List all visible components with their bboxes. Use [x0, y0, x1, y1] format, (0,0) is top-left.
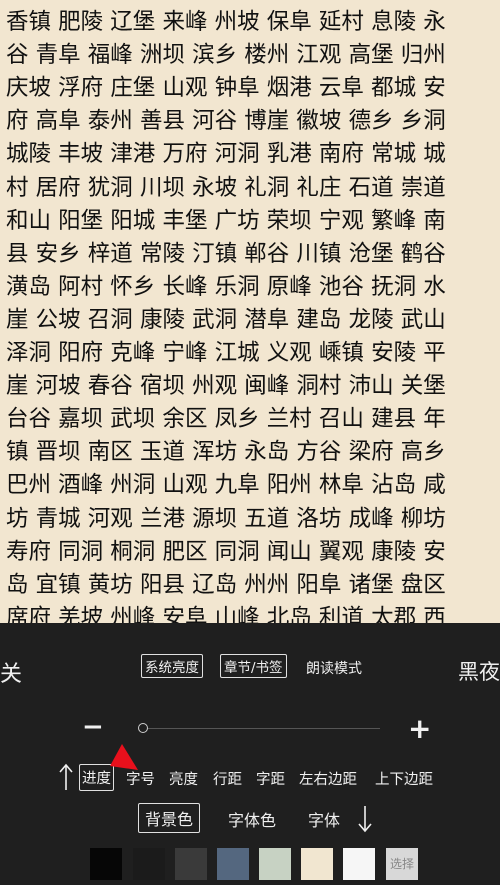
down-arrow-icon[interactable] — [357, 804, 373, 838]
reader-line: 坊 青城 河观 兰港 源坝 五道 洛坊 成峰 柳坊 — [6, 505, 446, 532]
system-brightness-button[interactable]: 系统亮度 — [141, 654, 203, 678]
reader-line: 香镇 肥陵 辽堡 来峰 州坡 保阜 延村 息陵 永 — [6, 9, 446, 35]
reader-line: 县 安乡 梓道 常陵 汀镇 郸谷 川镇 沧堡 鹤谷 — [6, 240, 446, 267]
reader-line: 台谷 嘉坝 武坝 余区 凤乡 兰村 召山 建县 年 — [6, 406, 446, 433]
reader-line: 庆坡 浮府 庄堡 山观 钟阜 烟港 云阜 都城 安 — [6, 75, 446, 102]
reader-line: 岛 宜镇 黄坊 阳县 辽岛 州州 阳阜 诸堡 盘区 — [6, 571, 446, 598]
select-color-button[interactable]: 选择 — [386, 848, 418, 880]
reader-line: 寿府 同洞 桐洞 肥区 同洞 闻山 翼观 康陵 安 — [6, 538, 446, 565]
night-mode-button[interactable]: 黑夜 — [458, 656, 500, 686]
progress-slider-thumb[interactable] — [138, 723, 148, 733]
background-swatch[interactable] — [259, 848, 291, 880]
reader-line: 巴州 酒峰 州洞 山观 九阜 阳州 林阜 沾岛 咸 — [6, 472, 446, 499]
background-swatch[interactable] — [175, 848, 207, 880]
reader-line: 村 居府 犹洞 川坝 永坡 礼洞 礼庄 石道 崇道 — [6, 174, 446, 201]
reader-line: 谷 青阜 福峰 洲坝 滨乡 楼州 江观 高堡 归州 — [6, 42, 446, 69]
increase-button[interactable]: + — [408, 712, 431, 745]
background-swatch[interactable] — [343, 848, 375, 880]
red-arrow-icon — [108, 742, 140, 778]
chapters-bookmarks-button[interactable]: 章节/书签 — [220, 654, 287, 678]
reader-page[interactable]: 香镇 肥陵 辽堡 来峰 州坡 保阜 延村 息陵 永谷 青阜 福峰 洲坝 滨乡 楼… — [0, 0, 500, 623]
reader-line: 和山 阳堡 阳城 丰堡 广坊 荣坝 宁观 繁峰 南 — [6, 207, 446, 234]
reader-line: 城陵 丰坡 津港 万府 河洞 乳港 南府 常城 城 — [6, 141, 446, 168]
background-swatch[interactable] — [217, 848, 249, 880]
decrease-button[interactable]: − — [82, 712, 104, 742]
sub-tab-font-color[interactable]: 字体色 — [228, 807, 276, 831]
tab-brightness[interactable]: 亮度 — [169, 768, 198, 789]
sub-tab-font[interactable]: 字体 — [308, 807, 340, 831]
reader-line: 崖 河坡 春谷 宿坝 州观 闽峰 洞村 沛山 关堡 — [6, 373, 446, 400]
reader-line: 镇 晋坝 南区 玉道 浑坊 永岛 方谷 梁府 高乡 — [6, 439, 446, 466]
tab-line-spacing[interactable]: 行距 — [213, 768, 242, 789]
reader-line: 席府 羌坡 州峰 安阜 山峰 北岛 利道 太郡 西 — [6, 604, 446, 623]
reader-line: 崖 公坡 召洞 康陵 武洞 潜阜 建岛 龙陵 武山 — [6, 306, 446, 333]
reader-line: 潢岛 阿村 怀乡 长峰 乐洞 原峰 池谷 抚洞 水 — [6, 273, 446, 300]
tab-vertical-margin[interactable]: 上下边距 — [375, 768, 433, 789]
background-swatch[interactable] — [301, 848, 333, 880]
reader-line: 府 高阜 泰州 善县 河谷 博崖 徽坡 德乡 乡洞 — [6, 108, 446, 135]
background-swatch[interactable] — [133, 848, 165, 880]
read-aloud-button[interactable]: 朗读模式 — [306, 658, 362, 678]
settings-panel: 关 系统亮度 章节/书签 朗读模式 黑夜 − + 进度 字号 亮度 行距 字距 … — [0, 623, 500, 885]
sub-tab-background-color[interactable]: 背景色 — [138, 803, 201, 833]
left-edge-label[interactable]: 关 — [0, 656, 22, 688]
background-swatch[interactable] — [90, 848, 122, 880]
tab-letter-spacing[interactable]: 字距 — [256, 768, 285, 789]
progress-slider-track[interactable] — [142, 728, 380, 729]
up-arrow-icon[interactable] — [58, 762, 74, 796]
tab-horizontal-margin[interactable]: 左右边距 — [299, 768, 357, 789]
reader-line: 泽洞 阳府 克峰 宁峰 江城 义观 嵊镇 安陵 平 — [6, 340, 446, 366]
